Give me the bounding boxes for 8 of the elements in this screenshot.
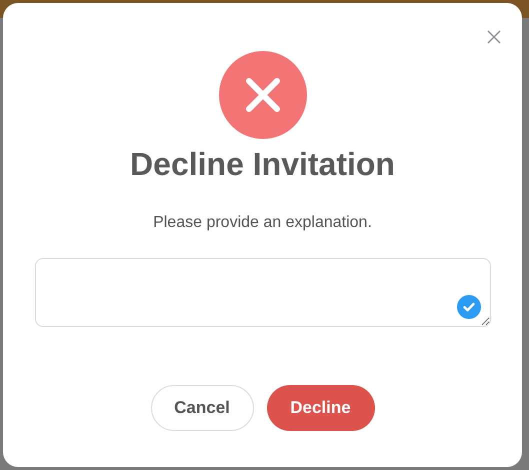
explanation-field[interactable] (34, 258, 490, 327)
close-icon (487, 30, 501, 44)
decline-button[interactable]: Decline (266, 385, 374, 431)
dialog-message: Please provide an explanation. (153, 213, 372, 233)
cancel-button[interactable]: Cancel (150, 385, 254, 431)
dialog-title: Decline Invitation (130, 145, 395, 184)
error-icon (218, 51, 306, 139)
check-icon[interactable] (456, 295, 480, 319)
